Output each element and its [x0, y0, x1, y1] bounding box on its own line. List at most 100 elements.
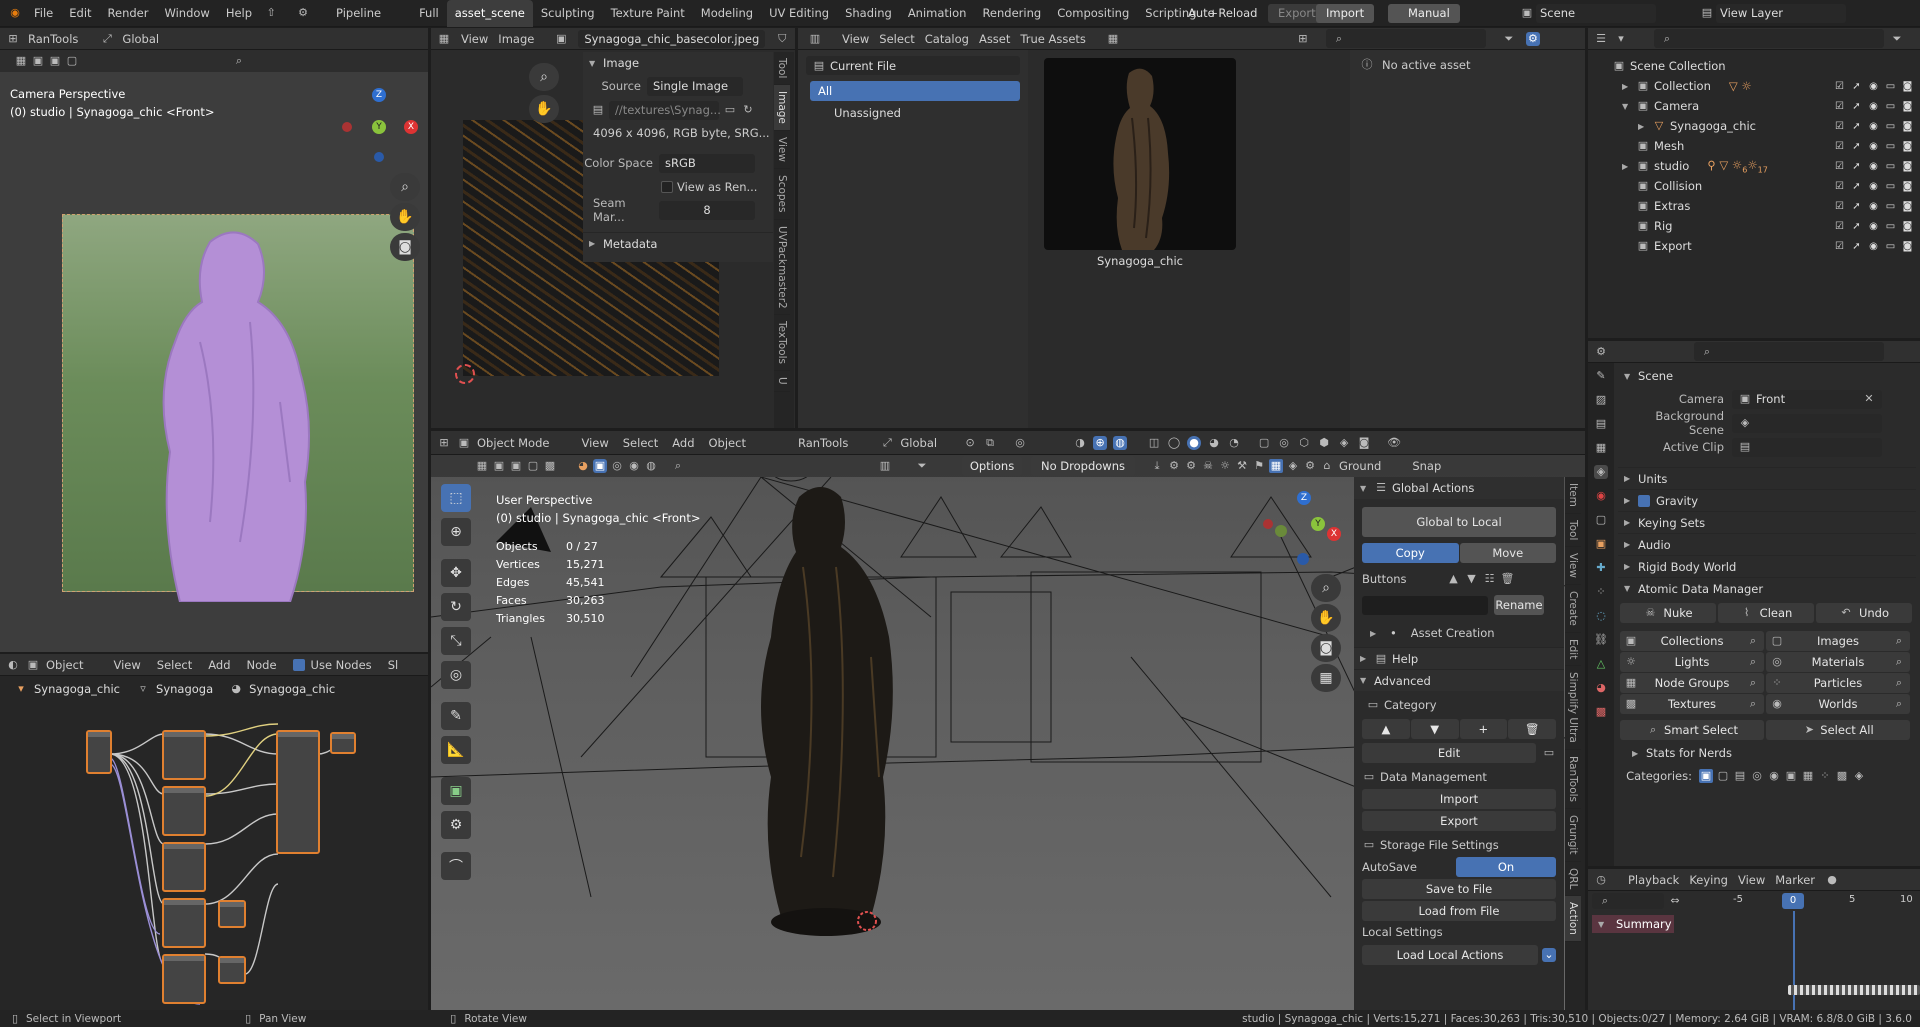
cursor-tool-icon[interactable]: ⊕	[441, 518, 471, 546]
cat-worlds-icon[interactable]: ◉	[1767, 769, 1781, 783]
tab-item[interactable]: Item	[1565, 477, 1581, 514]
search-icon[interactable]: ⌕	[1892, 676, 1906, 690]
zoom-icon[interactable]: ⌕	[1311, 574, 1341, 602]
checkbox-icon[interactable]: ☑	[1833, 121, 1846, 132]
select-new-icon[interactable]: ▣	[492, 459, 506, 473]
eye-icon[interactable]: ◉	[1867, 181, 1880, 192]
cat-images-icon[interactable]: ▢	[1716, 769, 1730, 783]
tool-tab-icon[interactable]: ✎	[1594, 369, 1608, 383]
checkbox-icon[interactable]: ☑	[1833, 241, 1846, 252]
scale-tool-icon[interactable]: ⤡	[441, 627, 471, 655]
checkbox-icon[interactable]: ☑	[1833, 161, 1846, 172]
visibility-icon[interactable]: ◑	[1073, 436, 1087, 450]
filter-icon[interactable]: ⏷	[1502, 32, 1516, 46]
monitor-icon[interactable]: ▭	[1884, 141, 1897, 152]
expand-toggle-icon[interactable]: ▶	[1638, 122, 1652, 131]
select-extend-icon[interactable]: ▣	[509, 459, 523, 473]
tab-animation[interactable]: Animation	[900, 6, 975, 20]
global-selector[interactable]: Global	[900, 436, 937, 450]
checkbox-icon[interactable]: ☑	[1833, 141, 1846, 152]
menu-file[interactable]: File	[26, 6, 61, 20]
rantools-menu[interactable]: RanTools	[28, 32, 78, 46]
gear-icon[interactable]: ⚙	[1525, 31, 1540, 46]
select-box-icon[interactable]: ▦	[475, 459, 489, 473]
view-as-render-checkbox[interactable]	[661, 181, 673, 193]
gravity-panel-header[interactable]: ▶ Gravity	[1618, 489, 1916, 511]
material-tab-icon[interactable]: ◕	[1594, 681, 1608, 695]
editor-type-icon[interactable]: ⊞	[437, 436, 451, 450]
scene-tab-icon[interactable]: ◈	[1594, 465, 1608, 479]
select-arrow-icon[interactable]: ➚	[1850, 121, 1863, 132]
settings-icon[interactable]: ⚙	[296, 6, 310, 20]
eye-icon[interactable]: ◉	[1867, 101, 1880, 112]
particles-tab-icon[interactable]: ⁘	[1594, 585, 1608, 599]
node-displacement[interactable]	[218, 956, 246, 984]
bulb-icon[interactable]: ☼	[1218, 459, 1232, 473]
search-icon[interactable]: ⌕	[1746, 697, 1760, 711]
ground-button[interactable]: Ground	[1339, 459, 1381, 473]
monitor-icon[interactable]: ▭	[1542, 746, 1556, 760]
checkbox-icon[interactable]: ☑	[1833, 81, 1846, 92]
camera-icon[interactable]: ◙	[1901, 101, 1914, 112]
output-tab-icon[interactable]: ▤	[1594, 417, 1608, 431]
tool-icon-4[interactable]: ⚒	[1235, 459, 1249, 473]
outliner-row[interactable]: ▶ ▣ studio ⚲ ▽ ☼6☼17 ☑ ➚ ◉ ▭ ◙	[1588, 156, 1920, 176]
transform-tool-icon[interactable]: ◎	[441, 661, 471, 689]
sphere-icon[interactable]: ◎	[610, 459, 624, 473]
image-panel-header[interactable]: ▼ Image	[583, 52, 773, 74]
eye-icon[interactable]: 👁	[1387, 436, 1401, 450]
node-normal-map[interactable]	[218, 900, 246, 928]
import-tool-icon[interactable]: ⤓	[1150, 459, 1164, 473]
monitor-icon[interactable]: ▭	[1884, 161, 1897, 172]
pivot-icon[interactable]: ⊙	[963, 436, 977, 450]
catalog-all[interactable]: All	[810, 81, 1020, 101]
select-arrow-icon[interactable]: ➚	[1850, 221, 1863, 232]
camera-view-icon[interactable]: ◙	[1357, 436, 1371, 450]
display-mode-icon[interactable]: ▦	[1106, 32, 1120, 46]
record-icon[interactable]: ●	[1825, 873, 1839, 887]
select-arrow-icon[interactable]: ➚	[1850, 81, 1863, 92]
mode-selector[interactable]: Object Mode	[477, 436, 549, 450]
outliner-search-input[interactable]: ⌕	[1654, 29, 1884, 48]
keying-sets-panel-header[interactable]: ▶ Keying Sets	[1618, 511, 1916, 533]
editor-type-icon[interactable]: ▦	[437, 32, 451, 46]
dropdown-icon[interactable]: ⌄	[1542, 948, 1556, 962]
gizmo-y-axis[interactable]: Y	[372, 120, 386, 134]
main-viewport[interactable]: ⊞ ▣ Object Mode View Select Add Object R…	[431, 431, 1585, 1010]
select-arrow-icon[interactable]: ➚	[1850, 181, 1863, 192]
properties-search-input[interactable]: ⌕	[1694, 342, 1884, 361]
trash-icon[interactable]: 🗑	[1501, 572, 1515, 586]
rigid-body-panel-header[interactable]: ▶ Rigid Body World	[1618, 555, 1916, 577]
eye-icon[interactable]: ◉	[1867, 141, 1880, 152]
adm-node-groups-button[interactable]: ▦ Node Groups ⌕	[1620, 673, 1764, 693]
pipeline-menu[interactable]: Pipeline	[336, 6, 381, 20]
checkbox-icon[interactable]: ☑	[1833, 181, 1846, 192]
constraints-tab-icon[interactable]: ⛓	[1594, 633, 1608, 647]
category-edit-button[interactable]: Edit	[1362, 743, 1536, 763]
search-icon[interactable]: ⌕	[1746, 634, 1760, 648]
copy-button[interactable]: Copy	[1362, 543, 1459, 563]
cursor-2d-icon[interactable]	[455, 364, 475, 384]
camera-icon[interactable]: ◙	[1311, 634, 1341, 662]
search-icon[interactable]: ⌕	[1892, 655, 1906, 669]
color-icon[interactable]: ◕	[576, 459, 590, 473]
adm-collections-button[interactable]: ▣ Collections ⌕	[1620, 631, 1764, 651]
expand-toggle-icon[interactable]: ▼	[1622, 102, 1636, 111]
asset-creation-header[interactable]: Asset Creation	[1411, 626, 1495, 640]
asset-browser[interactable]: ▥ View Select Catalog Asset True Assets …	[798, 28, 1585, 428]
asset-search-input[interactable]: ⌕	[1325, 29, 1486, 48]
annotate-tool-icon[interactable]: ✎	[441, 702, 471, 730]
camera-icon[interactable]: ◙	[1901, 121, 1914, 132]
image-name-field[interactable]: Synagoga_chic_basecolor.jpeg	[578, 29, 766, 48]
grid-view-icon[interactable]: ▦	[1311, 664, 1341, 692]
camera-icon[interactable]: ◙	[390, 233, 420, 261]
folder-icon[interactable]: ▭	[723, 103, 737, 117]
select-tool-icon[interactable]: ⬚	[441, 484, 471, 512]
node-editor[interactable]: ◐ ▣ Object View Select Add Node Use Node…	[0, 654, 428, 1010]
menu-keying[interactable]: Keying	[1689, 873, 1728, 887]
tab-tool[interactable]: Tool	[1565, 514, 1581, 548]
add-object-tool-icon[interactable]: ⚙	[441, 811, 471, 839]
outliner-row[interactable]: ▼ ▣ Camera ☑ ➚ ◉ ▭ ◙	[1588, 96, 1920, 116]
search-icon[interactable]: ⌕	[1746, 655, 1760, 669]
summary-channel[interactable]: ▼ Summary	[1592, 915, 1674, 933]
